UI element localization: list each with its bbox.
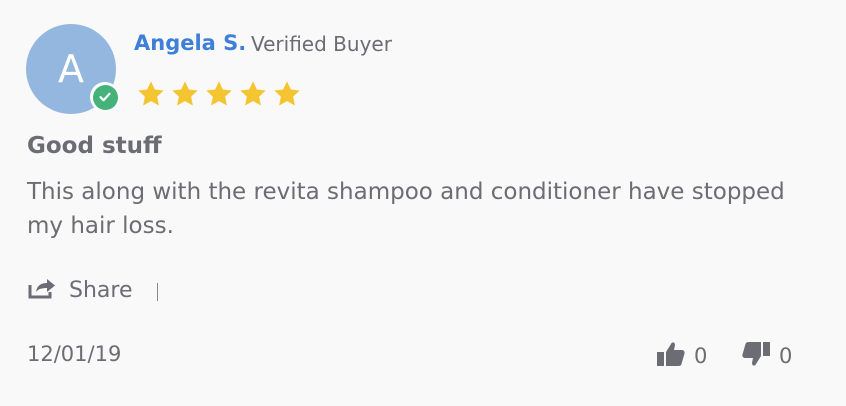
thumbs-up-icon xyxy=(656,340,686,372)
share-label: Share xyxy=(69,277,133,303)
unhelpful-count: 0 xyxy=(779,344,793,368)
review-body: This along with the revita shampoo and c… xyxy=(27,179,785,239)
thumbs-down-icon xyxy=(741,340,771,372)
share-icon xyxy=(27,276,57,304)
star-icon xyxy=(271,78,303,110)
helpful-vote-button[interactable]: 0 xyxy=(656,340,707,372)
unhelpful-vote-button[interactable]: 0 xyxy=(741,340,792,372)
reviewer-name[interactable]: Angela S. xyxy=(134,31,246,55)
star-icon xyxy=(169,78,201,110)
review-title: Good stuff xyxy=(27,133,162,159)
share-button[interactable]: Share xyxy=(27,276,133,304)
star-icon xyxy=(203,78,235,110)
review-date: 12/01/19 xyxy=(27,342,122,366)
verified-buyer-label: Verified Buyer xyxy=(251,32,392,56)
verified-badge xyxy=(90,82,120,112)
star-rating xyxy=(135,78,303,110)
review-card: A Angela S. Verified Buyer Good stuff Th… xyxy=(0,0,846,406)
helpful-count: 0 xyxy=(694,344,708,368)
action-divider xyxy=(157,283,158,301)
check-circle-icon xyxy=(92,84,118,110)
star-icon xyxy=(135,78,167,110)
star-icon xyxy=(237,78,269,110)
